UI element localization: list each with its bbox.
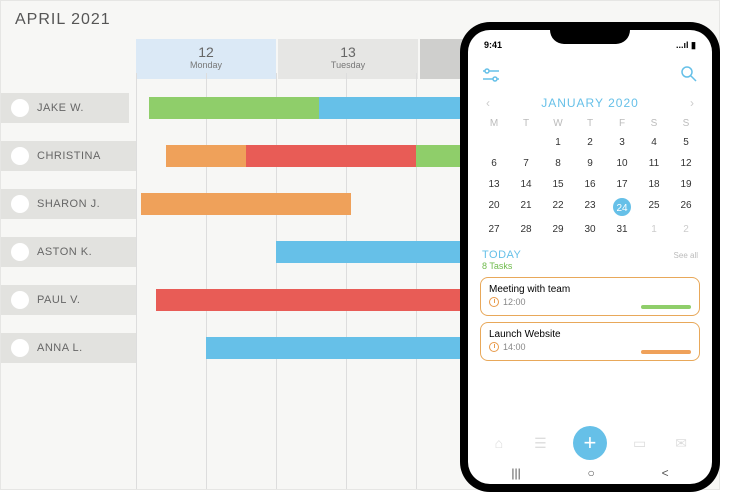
- calendar-day[interactable]: 27: [478, 222, 510, 237]
- calendar-day[interactable]: 30: [574, 222, 606, 237]
- day-column[interactable]: 12 Monday: [136, 39, 276, 79]
- task-bar[interactable]: [141, 193, 351, 215]
- calendar-day[interactable]: 14: [510, 177, 542, 192]
- calendar-day[interactable]: 1: [542, 135, 574, 150]
- task-progress: [641, 350, 691, 354]
- see-all-link[interactable]: See all: [674, 251, 698, 260]
- today-section: TODAY 8 Tasks See all Meeting with team1…: [478, 249, 702, 367]
- add-button[interactable]: +: [573, 426, 607, 460]
- today-label: TODAY: [482, 249, 521, 261]
- recent-button[interactable]: |||: [511, 466, 520, 480]
- avatar: [11, 99, 29, 117]
- calendar-dow: F: [606, 118, 638, 129]
- task-progress: [641, 305, 691, 309]
- person-cell[interactable]: JAKE W.: [1, 93, 129, 123]
- calendar-day[interactable]: 15: [542, 177, 574, 192]
- person-cell[interactable]: SHARON J.: [1, 189, 136, 219]
- calendar-day[interactable]: 11: [638, 156, 670, 171]
- avatar: [11, 339, 29, 357]
- calendar-day[interactable]: 21: [510, 198, 542, 216]
- calendar-day[interactable]: 6: [478, 156, 510, 171]
- phone-notch: [550, 30, 630, 44]
- calendar-grid: MTWTFSS123456789101112131415161718192021…: [478, 118, 702, 237]
- task-bar[interactable]: [166, 145, 246, 167]
- calendar-day[interactable]: 16: [574, 177, 606, 192]
- calendar-dow: W: [542, 118, 574, 129]
- app-topbar: [482, 65, 698, 88]
- calendar-day[interactable]: 20: [478, 198, 510, 216]
- calendar-day[interactable]: 23: [574, 198, 606, 216]
- calendar-day[interactable]: 12: [670, 156, 702, 171]
- task-card[interactable]: Launch Website14:00: [480, 322, 700, 361]
- person-cell[interactable]: ANNA L.: [1, 333, 136, 363]
- calendar-day[interactable]: 13: [478, 177, 510, 192]
- calendar-day[interactable]: 3: [606, 135, 638, 150]
- calendar-day[interactable]: 17: [606, 177, 638, 192]
- tab-bar: ⌂ ☰ + ▭ ✉: [478, 420, 702, 462]
- calendar-day: [510, 135, 542, 150]
- avatar: [11, 243, 29, 261]
- calendar-title: JANUARY 2020: [541, 96, 639, 110]
- calendar-day[interactable]: 4: [638, 135, 670, 150]
- calendar-day[interactable]: 28: [510, 222, 542, 237]
- calendar-day[interactable]: 31: [606, 222, 638, 237]
- chevron-left-icon[interactable]: ‹: [486, 96, 490, 110]
- calendar-day[interactable]: 25: [638, 198, 670, 216]
- task-title: Launch Website: [489, 329, 691, 340]
- task-bar[interactable]: [246, 145, 416, 167]
- calendar-day[interactable]: 1: [638, 222, 670, 237]
- day-column[interactable]: 13 Tuesday: [278, 39, 418, 79]
- filter-icon[interactable]: [482, 66, 500, 87]
- status-indicators: ...ıl ▮: [676, 40, 696, 51]
- calendar-day[interactable]: 18: [638, 177, 670, 192]
- avatar: [11, 147, 29, 165]
- calendar-day[interactable]: 24: [613, 198, 631, 216]
- calendar-dow: S: [638, 118, 670, 129]
- phone-frame: 9:41 ...ıl ▮ ‹ JANUARY 2020 › MTWTFSS123…: [460, 22, 720, 492]
- calendar-day[interactable]: 29: [542, 222, 574, 237]
- calendar-dow: S: [670, 118, 702, 129]
- calendar-day[interactable]: 10: [606, 156, 638, 171]
- avatar: [11, 291, 29, 309]
- today-count: 8 Tasks: [482, 261, 521, 271]
- person-cell[interactable]: PAUL V.: [1, 285, 136, 315]
- mail-icon[interactable]: ✉: [672, 434, 690, 452]
- clock-icon: [489, 297, 499, 307]
- list-icon[interactable]: ☰: [531, 434, 549, 452]
- calendar-dow: T: [574, 118, 606, 129]
- phone-screen: 9:41 ...ıl ▮ ‹ JANUARY 2020 › MTWTFSS123…: [468, 30, 712, 484]
- task-bar[interactable]: [149, 97, 319, 119]
- calendar-day[interactable]: 5: [670, 135, 702, 150]
- android-nav: ||| ○ <: [478, 462, 702, 480]
- calendar-day[interactable]: 26: [670, 198, 702, 216]
- back-button[interactable]: <: [662, 466, 669, 480]
- clock-icon: [489, 342, 499, 352]
- calendar-dow: T: [510, 118, 542, 129]
- status-time: 9:41: [484, 40, 502, 51]
- calendar-day[interactable]: 9: [574, 156, 606, 171]
- calendar-day[interactable]: 7: [510, 156, 542, 171]
- calendar-day[interactable]: 19: [670, 177, 702, 192]
- person-cell[interactable]: CHRISTINA: [1, 141, 136, 171]
- chevron-right-icon[interactable]: ›: [690, 96, 694, 110]
- calendar-dow: M: [478, 118, 510, 129]
- calendar-day[interactable]: 22: [542, 198, 574, 216]
- calendar-header: ‹ JANUARY 2020 ›: [486, 96, 694, 110]
- home-button[interactable]: ○: [588, 466, 595, 480]
- avatar: [11, 195, 29, 213]
- search-icon[interactable]: [680, 65, 698, 88]
- calendar-icon[interactable]: ▭: [631, 434, 649, 452]
- calendar-day[interactable]: 2: [670, 222, 702, 237]
- calendar-day: [478, 135, 510, 150]
- person-cell[interactable]: ASTON K.: [1, 237, 136, 267]
- task-card[interactable]: Meeting with team12:00: [480, 277, 700, 316]
- task-title: Meeting with team: [489, 284, 691, 295]
- task-bar[interactable]: [206, 337, 496, 359]
- calendar-day[interactable]: 2: [574, 135, 606, 150]
- calendar-day[interactable]: 8: [542, 156, 574, 171]
- home-icon[interactable]: ⌂: [490, 434, 508, 452]
